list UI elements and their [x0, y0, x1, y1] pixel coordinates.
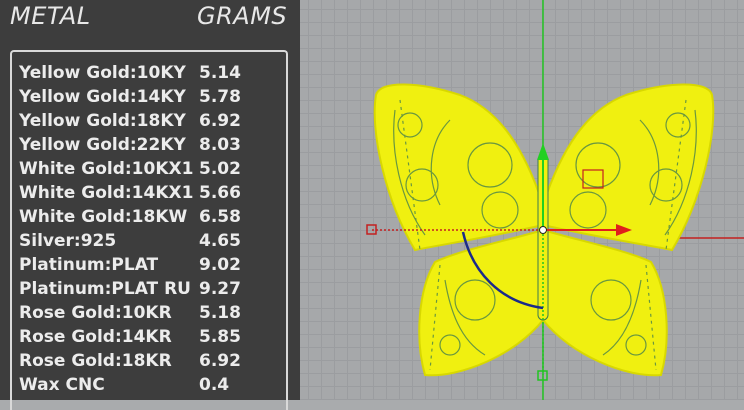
left-upper-wing[interactable]	[373, 83, 544, 252]
gram-value: 6.92	[199, 351, 241, 371]
metal-name: Wax CNC	[19, 375, 105, 395]
gram-value: 5.85	[199, 327, 241, 347]
metal-name: Rose Gold:14KR	[19, 327, 172, 347]
weight-row: White Gold:14KX1 5.66	[19, 181, 241, 205]
metal-name: Yellow Gold:10KY	[19, 63, 186, 83]
weight-row: Wax CNC 0.4	[19, 373, 229, 397]
gram-value: 4.65	[199, 231, 241, 251]
weight-row: Yellow Gold:22KY 8.03	[19, 133, 241, 157]
gram-value: 5.18	[199, 303, 241, 323]
weight-row: Yellow Gold:14KY 5.78	[19, 85, 241, 109]
right-upper-wing[interactable]	[542, 83, 715, 252]
viewport-canvas[interactable]	[300, 0, 744, 400]
gumball-origin[interactable]	[539, 226, 547, 234]
weight-row: Yellow Gold:10KY 5.14	[19, 61, 241, 85]
gram-value: 6.58	[199, 207, 241, 227]
gram-value: 9.27	[199, 279, 241, 299]
weight-row: Rose Gold:10KR 5.18	[19, 301, 241, 325]
metal-name: Yellow Gold:22KY	[19, 135, 186, 155]
gram-value: 5.78	[199, 87, 241, 107]
metal-name: Yellow Gold:14KY	[19, 87, 186, 107]
metal-name: Rose Gold:10KR	[19, 303, 172, 323]
gram-value: 5.66	[199, 183, 241, 203]
weight-row: Silver:925 4.65	[19, 229, 241, 253]
gumball-x-scale-handle[interactable]	[366, 224, 377, 235]
weight-row: White Gold:18KW 6.58	[19, 205, 241, 229]
gumball-y-arrow[interactable]	[537, 143, 549, 160]
metal-name: Platinum:PLAT	[19, 255, 159, 275]
grams-column-header: GRAMS	[197, 2, 288, 30]
metal-name: Silver:925	[19, 231, 117, 251]
metal-weight-list: Yellow Gold:10KY 5.14 Yellow Gold:14KY 5.7…	[10, 50, 288, 410]
metal-name: White Gold:18KW	[19, 207, 188, 227]
weight-row: Rose Gold:18KR 6.92	[19, 349, 241, 373]
metal-name: White Gold:14KX1	[19, 183, 194, 203]
gram-value: 5.14	[199, 63, 241, 83]
metal-name: Platinum:PLAT RU	[19, 279, 191, 299]
metal-name: Yellow Gold:18KY	[19, 111, 186, 131]
metal-name: Rose Gold:18KR	[19, 351, 172, 371]
weight-row: Platinum:PLAT 9.02	[19, 253, 241, 277]
3d-viewport[interactable]	[300, 0, 744, 400]
gram-value: 9.02	[199, 255, 241, 275]
metal-name: White Gold:10KX1	[19, 159, 194, 179]
gram-value: 0.4	[199, 375, 230, 395]
gram-value: 6.92	[199, 111, 241, 131]
weight-row: Platinum:PLAT RU 9.27	[19, 277, 241, 301]
metal-weight-panel: METAL GRAMS Yellow Gold:10KY 5.14 Yellow …	[0, 0, 300, 410]
metal-column-header: METAL	[10, 2, 91, 30]
weight-row: White Gold:10KX1 5.02	[19, 157, 241, 181]
weight-row: Yellow Gold:18KY 6.92	[19, 109, 241, 133]
gram-value: 8.03	[199, 135, 241, 155]
weight-row: Rose Gold:14KR 5.85	[19, 325, 241, 349]
gram-value: 5.02	[199, 159, 241, 179]
